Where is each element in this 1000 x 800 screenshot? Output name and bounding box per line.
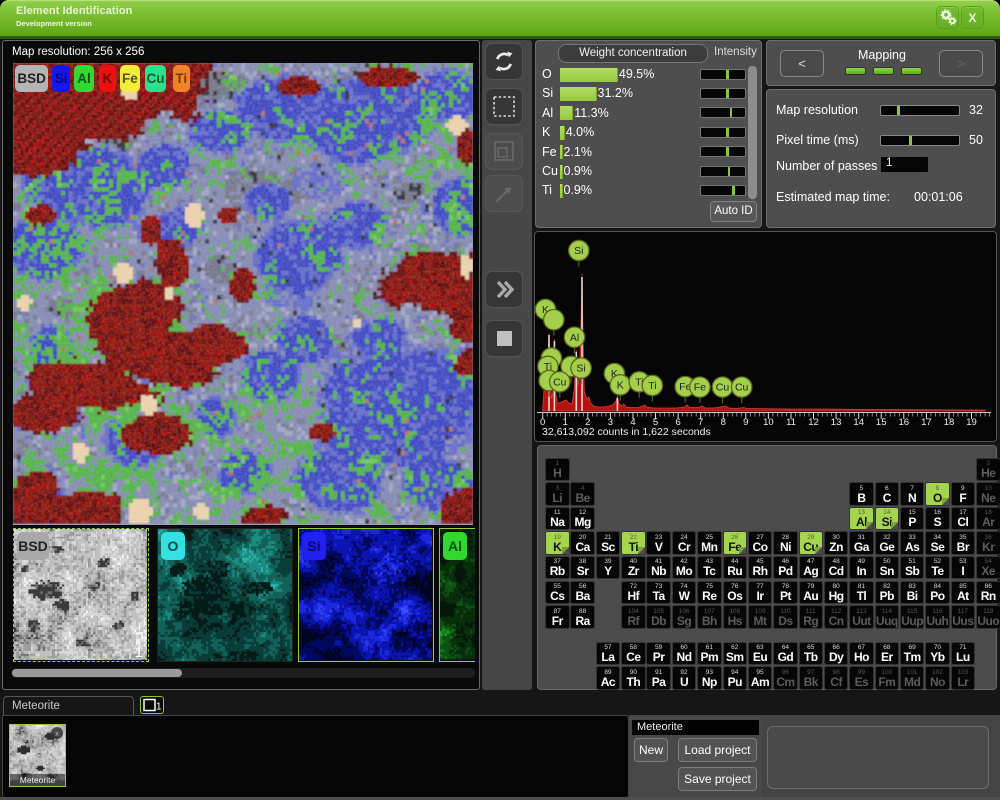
svg-text:11: 11: [786, 417, 796, 428]
svg-text:Cu: Cu: [716, 382, 730, 394]
svg-text:9: 9: [743, 417, 748, 428]
svg-text:16: 16: [899, 417, 910, 428]
svg-text:19: 19: [966, 417, 977, 428]
svg-text:K: K: [617, 380, 624, 392]
svg-text:13: 13: [831, 417, 842, 428]
svg-text:18: 18: [944, 417, 955, 428]
svg-text:Al: Al: [570, 332, 579, 344]
svg-text:15: 15: [876, 417, 887, 428]
svg-text:8: 8: [721, 417, 726, 428]
svg-text:Ti: Ti: [648, 380, 656, 392]
svg-text:Cu: Cu: [735, 382, 749, 394]
svg-text:Si: Si: [576, 363, 585, 375]
svg-text:14: 14: [853, 417, 864, 428]
svg-text:Fe: Fe: [694, 382, 706, 394]
svg-text:10: 10: [763, 417, 774, 428]
svg-text:1: 1: [156, 702, 162, 713]
svg-text:12: 12: [808, 417, 819, 428]
svg-text:17: 17: [921, 417, 932, 428]
svg-text:Cu: Cu: [553, 376, 567, 388]
svg-text:Si: Si: [574, 245, 583, 257]
svg-text:x: x: [55, 731, 59, 738]
